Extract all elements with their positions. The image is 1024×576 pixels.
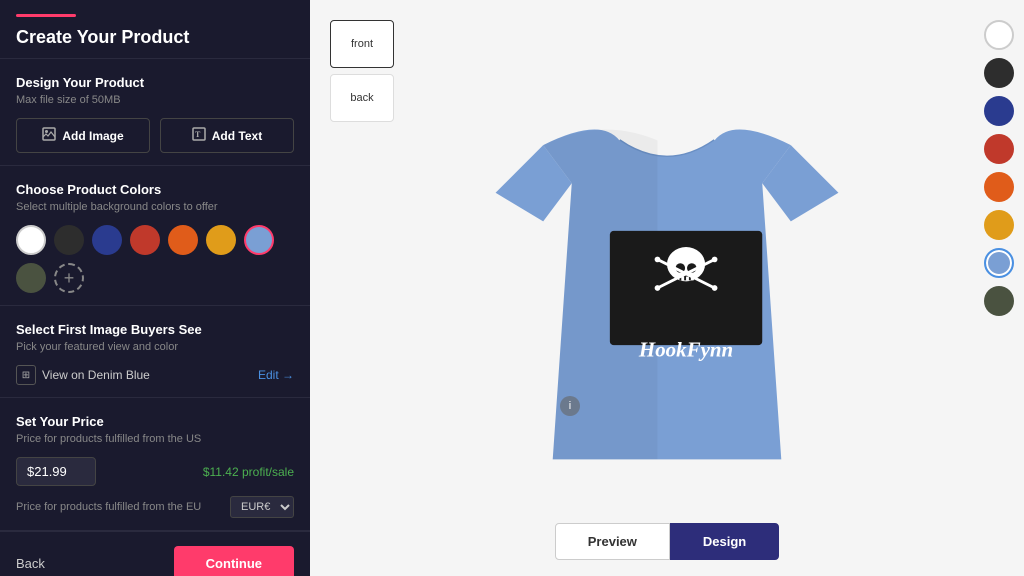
- tshirt-svg: HookFynn: [477, 88, 857, 488]
- page-title: Create Your Product: [16, 27, 294, 48]
- design-text: HookFynn: [638, 338, 733, 362]
- edit-link[interactable]: Edit →: [258, 368, 294, 382]
- currency-select[interactable]: EUR€ USD$: [230, 496, 294, 518]
- right-swatch-navy[interactable]: [984, 96, 1014, 126]
- price-input[interactable]: [16, 457, 96, 486]
- swatch-white[interactable]: [16, 225, 46, 255]
- right-swatch-red[interactable]: [984, 134, 1014, 164]
- swatch-gold[interactable]: [206, 225, 236, 255]
- continue-button[interactable]: Continue: [174, 546, 294, 576]
- colors-title: Choose Product Colors: [16, 182, 294, 197]
- right-swatch-olive[interactable]: [984, 286, 1014, 316]
- design-button[interactable]: Design: [670, 523, 779, 560]
- featured-view: ⊞ View on Denim Blue: [16, 365, 150, 385]
- right-swatch-white[interactable]: [984, 20, 1014, 50]
- swatch-red[interactable]: [130, 225, 160, 255]
- preview-button[interactable]: Preview: [555, 523, 670, 560]
- add-color-button[interactable]: +: [54, 263, 84, 293]
- text-icon: T: [192, 127, 206, 144]
- price-title: Set Your Price: [16, 414, 294, 429]
- right-color-palette: [984, 20, 1014, 316]
- left-panel: Create Your Product Design Your Product …: [0, 0, 310, 576]
- image-icon: [42, 127, 56, 144]
- right-swatch-black[interactable]: [984, 58, 1014, 88]
- design-button-row: Add Image T Add Text: [16, 118, 294, 153]
- design-title: Design Your Product: [16, 75, 294, 90]
- swatch-black[interactable]: [54, 225, 84, 255]
- add-text-button[interactable]: T Add Text: [160, 118, 294, 153]
- featured-title: Select First Image Buyers See: [16, 322, 294, 337]
- eu-label: Price for products fulfilled from the EU: [16, 501, 201, 513]
- featured-section: Select First Image Buyers See Pick your …: [0, 306, 310, 398]
- design-subtitle: Max file size of 50MB: [16, 94, 294, 106]
- featured-row: ⊞ View on Denim Blue Edit →: [16, 365, 294, 385]
- price-section: Set Your Price Price for products fulfil…: [0, 398, 310, 531]
- featured-view-label: View on Denim Blue: [42, 368, 150, 382]
- right-swatch-orange[interactable]: [984, 172, 1014, 202]
- add-image-label: Add Image: [62, 129, 123, 143]
- eu-row: Price for products fulfilled from the EU…: [16, 496, 294, 518]
- right-swatch-denim[interactable]: [984, 248, 1014, 278]
- profit-text: $11.42 profit/sale: [203, 465, 294, 479]
- featured-view-icon: ⊞: [16, 365, 36, 385]
- design-section: Design Your Product Max file size of 50M…: [0, 59, 310, 166]
- add-text-label: Add Text: [212, 129, 262, 143]
- swatch-olive[interactable]: [16, 263, 46, 293]
- colors-section: Choose Product Colors Select multiple ba…: [0, 166, 310, 306]
- featured-subtitle: Pick your featured view and color: [16, 341, 294, 353]
- price-row: $11.42 profit/sale: [16, 457, 294, 486]
- color-swatches-row: +: [16, 225, 294, 293]
- back-button[interactable]: Back: [16, 556, 45, 571]
- bottom-controls: Preview Design: [555, 523, 780, 560]
- accent-bar: [16, 14, 76, 17]
- info-icon[interactable]: i: [560, 396, 580, 416]
- top-bar: Create Your Product: [0, 0, 310, 59]
- bottom-buttons: Back Continue: [0, 531, 310, 576]
- price-subtitle: Price for products fulfilled from the US: [16, 433, 294, 445]
- right-swatch-gold[interactable]: [984, 210, 1014, 240]
- svg-text:T: T: [195, 130, 201, 139]
- swatch-denim[interactable]: [244, 225, 274, 255]
- colors-subtitle: Select multiple background colors to off…: [16, 201, 294, 213]
- swatch-orange[interactable]: [168, 225, 198, 255]
- tshirt-container: HookFynn i: [330, 20, 1004, 556]
- add-image-button[interactable]: Add Image: [16, 118, 150, 153]
- swatch-navy[interactable]: [92, 225, 122, 255]
- right-panel: front back: [310, 0, 1024, 576]
